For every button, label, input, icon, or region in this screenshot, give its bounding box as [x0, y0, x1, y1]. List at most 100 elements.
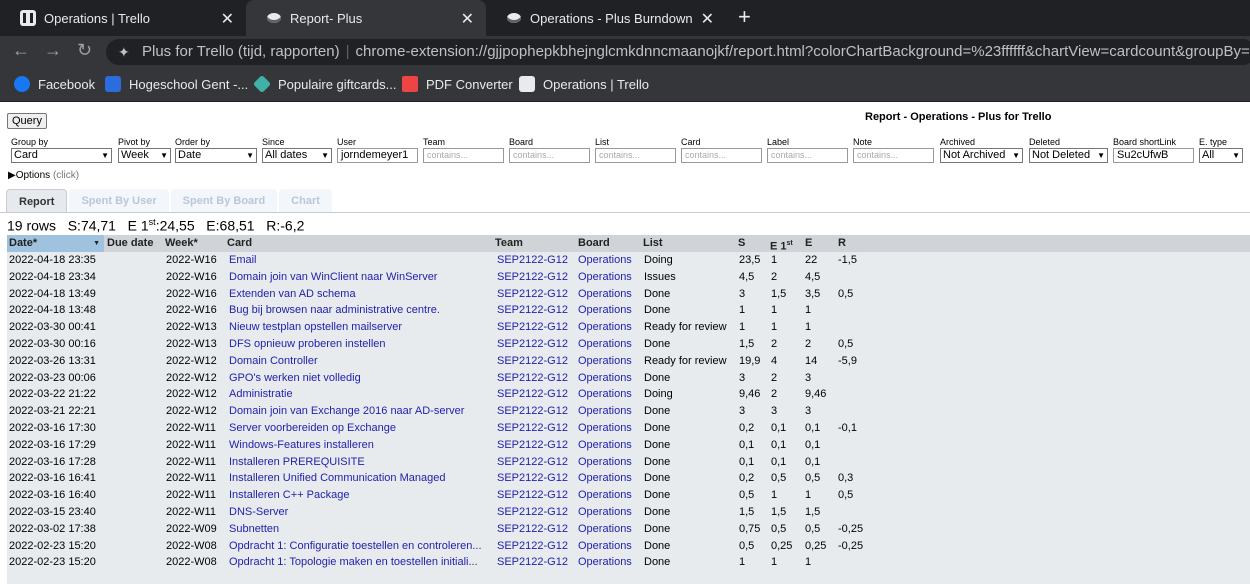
bookmark-pdf[interactable]: PDF Converter: [402, 76, 513, 92]
query-button[interactable]: Query: [7, 113, 47, 129]
cell-card[interactable]: Email: [229, 252, 491, 269]
cell-card[interactable]: DNS-Server: [229, 504, 491, 521]
address-bar[interactable]: ✦ Plus for Trello (tijd, rapporten) | chro…: [106, 39, 1250, 65]
cell-board[interactable]: Operations: [578, 386, 642, 403]
back-icon[interactable]: ←: [12, 40, 30, 61]
e-type-select[interactable]: All ▼: [1199, 148, 1243, 163]
cell-card[interactable]: Domain Controller: [229, 353, 491, 370]
column-header-e1st[interactable]: E 1st: [768, 235, 803, 253]
cell-board[interactable]: Operations: [578, 319, 642, 336]
column-header-board[interactable]: Board: [576, 235, 641, 252]
deleted-select[interactable]: Not Deleted ▼: [1029, 148, 1108, 163]
cell-team[interactable]: SEP2122-G12: [497, 319, 575, 336]
cell-team[interactable]: SEP2122-G12: [497, 420, 575, 437]
column-header-due-date[interactable]: Due date: [105, 235, 163, 252]
column-header-list[interactable]: List: [641, 235, 736, 252]
cell-team[interactable]: SEP2122-G12: [497, 470, 575, 487]
cell-card[interactable]: GPO's werken niet volledig: [229, 370, 491, 387]
cell-board[interactable]: Operations: [578, 286, 642, 303]
cell-team[interactable]: SEP2122-G12: [497, 403, 575, 420]
tab-spent-by-board[interactable]: Spent By Board: [170, 189, 278, 213]
column-header-s[interactable]: S: [736, 235, 768, 252]
browser-tab-report[interactable]: Report- Plus ✕: [246, 0, 486, 36]
cell-board[interactable]: Operations: [578, 269, 642, 286]
cell-team[interactable]: SEP2122-G12: [497, 386, 575, 403]
cell-card[interactable]: Opdracht 1: Topologie maken en toestelle…: [229, 554, 491, 571]
bookmark-trello[interactable]: Operations | Trello: [519, 76, 649, 92]
cell-team[interactable]: SEP2122-G12: [497, 336, 575, 353]
forward-icon[interactable]: →: [44, 40, 62, 61]
cell-card[interactable]: Server voorbereiden op Exchange: [229, 420, 491, 437]
order-by-select[interactable]: Date ▼: [175, 148, 257, 163]
group-by-select[interactable]: Card ▼: [11, 148, 112, 163]
cell-board[interactable]: Operations: [578, 454, 642, 471]
cell-card[interactable]: Opdracht 1: Configuratie toestellen en c…: [229, 538, 491, 555]
list-input[interactable]: contains...: [595, 148, 676, 163]
cell-board[interactable]: Operations: [578, 353, 642, 370]
cell-team[interactable]: SEP2122-G12: [497, 286, 575, 303]
cell-board[interactable]: Operations: [578, 521, 642, 538]
cell-team[interactable]: SEP2122-G12: [497, 454, 575, 471]
cell-board[interactable]: Operations: [578, 336, 642, 353]
cell-card[interactable]: Windows-Features installeren: [229, 437, 491, 454]
cell-card[interactable]: Nieuw testplan opstellen mailserver: [229, 319, 491, 336]
column-header-week[interactable]: Week*: [163, 235, 225, 252]
cell-team[interactable]: SEP2122-G12: [497, 437, 575, 454]
user-input[interactable]: jorndemeyer1: [337, 148, 418, 163]
label-input[interactable]: contains...: [767, 148, 848, 163]
cell-card[interactable]: Administratie: [229, 386, 491, 403]
reload-icon[interactable]: ↻: [77, 40, 92, 61]
cell-team[interactable]: SEP2122-G12: [497, 521, 575, 538]
cell-card[interactable]: Installeren PREREQUISITE: [229, 454, 491, 471]
column-header-e[interactable]: E: [803, 235, 836, 252]
cell-board[interactable]: Operations: [578, 538, 642, 555]
cell-board[interactable]: Operations: [578, 420, 642, 437]
cell-team[interactable]: SEP2122-G12: [497, 252, 575, 269]
close-icon[interactable]: ✕: [461, 9, 474, 29]
cell-board[interactable]: Operations: [578, 470, 642, 487]
cell-card[interactable]: Domain join van Exchange 2016 naar AD-se…: [229, 403, 491, 420]
cell-board[interactable]: Operations: [578, 252, 642, 269]
team-input[interactable]: contains...: [423, 148, 504, 163]
cell-team[interactable]: SEP2122-G12: [497, 487, 575, 504]
cell-card[interactable]: Bug bij browsen naar administrative cent…: [229, 302, 491, 319]
cell-card[interactable]: Installeren C++ Package: [229, 487, 491, 504]
tab-report[interactable]: Report: [6, 189, 68, 213]
note-input[interactable]: contains...: [853, 148, 934, 163]
cell-board[interactable]: Operations: [578, 302, 642, 319]
close-icon[interactable]: ✕: [701, 9, 714, 29]
cell-team[interactable]: SEP2122-G12: [497, 538, 575, 555]
cell-board[interactable]: Operations: [578, 437, 642, 454]
bookmark-hogent[interactable]: Hogeschool Gent -...: [105, 76, 248, 92]
cell-team[interactable]: SEP2122-G12: [497, 302, 575, 319]
card-input[interactable]: contains...: [681, 148, 762, 163]
cell-team[interactable]: SEP2122-G12: [497, 370, 575, 387]
cell-card[interactable]: Subnetten: [229, 521, 491, 538]
cell-card[interactable]: Domain join van WinClient naar WinServer: [229, 269, 491, 286]
cell-card[interactable]: Installeren Unified Communication Manage…: [229, 470, 491, 487]
pivot-by-select[interactable]: Week ▼: [118, 148, 171, 163]
tab-chart[interactable]: Chart: [279, 189, 332, 213]
cell-board[interactable]: Operations: [578, 504, 642, 521]
archived-select[interactable]: Not Archived ▼: [940, 148, 1023, 163]
cell-team[interactable]: SEP2122-G12: [497, 269, 575, 286]
column-header-r[interactable]: R: [836, 235, 876, 252]
cell-team[interactable]: SEP2122-G12: [497, 353, 575, 370]
cell-card[interactable]: DFS opnieuw proberen instellen: [229, 336, 491, 353]
board-shortlink-input[interactable]: Su2cUfwB: [1113, 148, 1194, 163]
board-input[interactable]: contains...: [509, 148, 590, 163]
bookmark-giftcards[interactable]: Populaire giftcards...: [252, 74, 397, 94]
browser-tab-burndown[interactable]: Operations - Plus Burndown ✕: [486, 0, 726, 36]
column-header-date[interactable]: Date* ▼: [7, 235, 104, 252]
new-tab-button[interactable]: +: [738, 4, 751, 30]
cell-card[interactable]: Extenden van AD schema: [229, 286, 491, 303]
column-header-card[interactable]: Card: [225, 235, 493, 252]
options-toggle[interactable]: ▶Options (click): [8, 170, 79, 181]
column-header-team[interactable]: Team: [493, 235, 575, 252]
browser-tab-trello[interactable]: Operations | Trello ✕: [0, 0, 246, 36]
close-icon[interactable]: ✕: [221, 9, 234, 29]
cell-board[interactable]: Operations: [578, 487, 642, 504]
tab-spent-by-user[interactable]: Spent By User: [69, 189, 169, 213]
cell-board[interactable]: Operations: [578, 370, 642, 387]
cell-team[interactable]: SEP2122-G12: [497, 554, 575, 571]
